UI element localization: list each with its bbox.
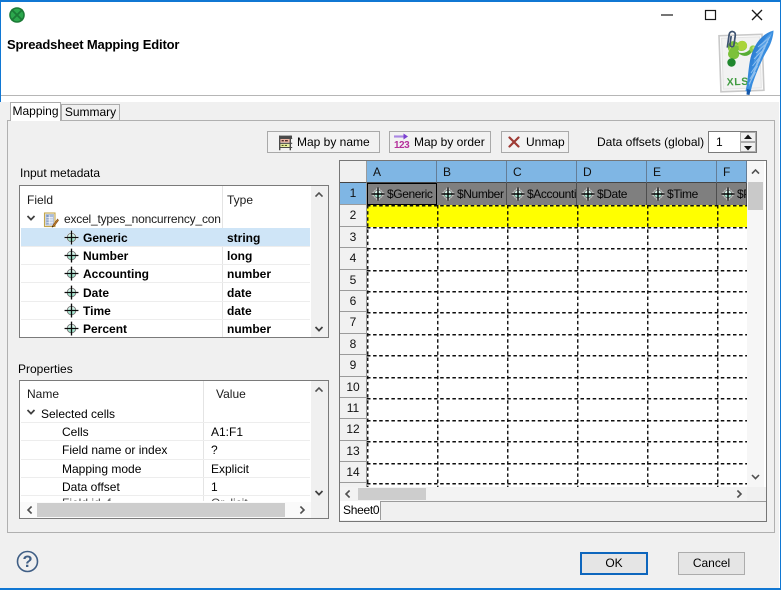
svg-text:123: 123 [394, 140, 410, 150]
svg-text:?: ? [22, 553, 32, 571]
svg-text:XLS: XLS [726, 76, 749, 89]
